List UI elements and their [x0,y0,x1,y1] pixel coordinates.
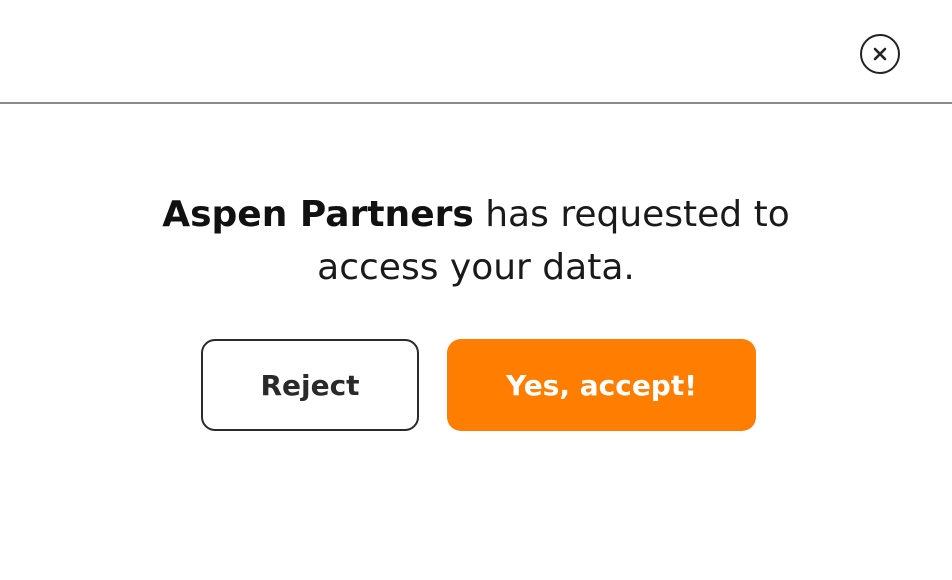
close-icon [873,47,887,61]
dialog-header [0,0,952,104]
organization-name: Aspen Partners [162,194,474,235]
accept-button[interactable]: Yes, accept! [447,339,756,431]
message-line1-text: has requested to [473,194,790,235]
request-message: Aspen Partners has requested to access y… [0,188,952,294]
access-request-dialog: Aspen Partners has requested to access y… [0,0,952,580]
close-button[interactable] [860,34,900,74]
message-line2-text: access your data. [317,247,635,288]
reject-button[interactable]: Reject [201,339,419,431]
